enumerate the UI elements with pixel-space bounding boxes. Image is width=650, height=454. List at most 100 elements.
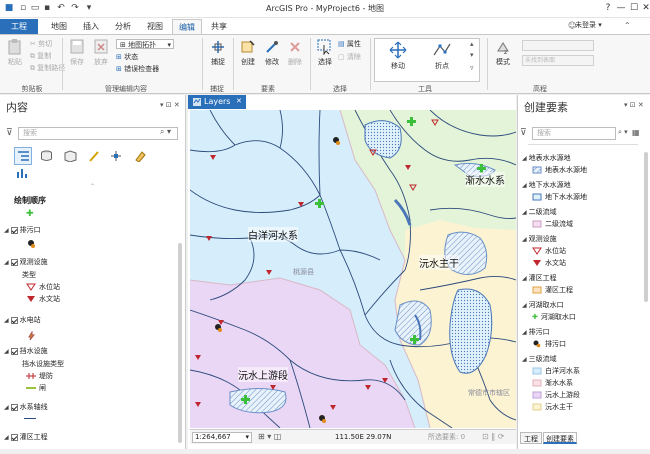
snapping-list-icon[interactable] xyxy=(110,150,123,162)
template-intake[interactable]: ✚ 河湖取水口 xyxy=(532,311,576,323)
mode-button[interactable]: z 模式 xyxy=(492,39,514,67)
group-groundwater-source[interactable]: ◢ 地下水水源地 xyxy=(522,179,571,191)
layer-row-river-axis[interactable]: ◢ 水系轴线 xyxy=(4,401,48,413)
copy-path-button[interactable]: ⧉ 复制路径 xyxy=(30,63,65,73)
help-icon[interactable]: ? xyxy=(601,2,615,15)
surface-field[interactable]: 未找到表面 xyxy=(522,55,594,66)
modify-button[interactable]: 修改 xyxy=(260,39,284,67)
group-irrigation[interactable]: ◢ 灌区工程 xyxy=(522,272,557,284)
elevation-field[interactable] xyxy=(522,40,594,51)
template-secondary-basin[interactable]: 二级流域 xyxy=(532,218,573,230)
status-button[interactable]: ⊞ 状态 xyxy=(116,52,138,62)
layer-checkbox[interactable] xyxy=(10,433,18,441)
layer-checkbox[interactable] xyxy=(10,403,18,411)
template-yuanshui-upper[interactable]: 沅水上游段 xyxy=(532,389,580,401)
collapse-triangle-icon[interactable]: ◢ xyxy=(522,234,527,246)
expand-triangle-icon[interactable]: ◢ xyxy=(4,225,9,237)
group-tertiary-basin[interactable]: ◢ 三级流域 xyxy=(522,353,557,365)
minimize-button[interactable]: — xyxy=(614,2,628,15)
paste-button[interactable]: 粘贴 xyxy=(4,39,26,67)
layer-row-water-retaining[interactable]: ◢ 挡水设施 xyxy=(4,345,48,357)
layer-row-irrigation[interactable]: ◢ 灌区工程 xyxy=(4,431,48,443)
group-outfall[interactable]: ◢ 排污口 xyxy=(522,326,550,338)
collapse-ribbon-icon[interactable]: ⌃ xyxy=(624,21,631,30)
data-source-icon[interactable] xyxy=(40,150,53,162)
layer-checkbox[interactable] xyxy=(10,226,18,234)
layer-row-observation[interactable]: ◢ 观测设施 xyxy=(4,256,48,268)
copy-button[interactable]: ⧉ 复制 xyxy=(30,51,51,61)
create-button[interactable]: 创建 xyxy=(236,39,260,67)
template-surface-water-source[interactable]: 地表水水源地 xyxy=(532,164,587,176)
collapse-triangle-icon[interactable]: ◢ xyxy=(522,327,527,339)
template-yuanshui-main[interactable]: 沅水主干 xyxy=(532,401,573,413)
tab-edit[interactable]: 编辑 xyxy=(172,19,202,34)
template-irrigation[interactable]: 灌区工程 xyxy=(532,284,573,296)
group-observation[interactable]: ◢ 观测设施 xyxy=(522,233,557,245)
map-tools-icons[interactable]: ⊞ ▾ ◫ xyxy=(258,432,281,441)
map-tab-close-icon[interactable]: ✕ xyxy=(236,97,242,105)
sign-in-button[interactable]: 未登录 ▾ xyxy=(575,20,602,30)
expand-triangle-icon[interactable]: ◢ xyxy=(4,346,9,358)
tab-catalog[interactable]: 工程 xyxy=(520,432,542,444)
template-outfall[interactable]: 排污口 xyxy=(532,338,566,350)
tab-analysis[interactable]: 分析 xyxy=(108,19,138,34)
collapse-triangle-icon[interactable]: ◢ xyxy=(522,300,527,312)
create-search-input[interactable]: 搜索 xyxy=(532,127,616,140)
pane-options-icon[interactable]: ▾ ⊡ ✕ xyxy=(624,101,644,109)
topology-dropdown[interactable]: ⊞ 地图拓扑 ▾ xyxy=(116,39,174,49)
close-button[interactable]: ✕ xyxy=(639,2,650,15)
editing-list-icon[interactable] xyxy=(88,150,101,162)
map-canvas[interactable]: 白洋河水系 渐水水系 沅水主干 沅水上游段 桃源县 常德市市辖区 xyxy=(190,110,516,428)
group-intake[interactable]: ◢ 河湖取水口 xyxy=(522,299,564,311)
cut-button[interactable]: ✂ 剪切 xyxy=(30,39,52,49)
contents-search-input[interactable]: 搜索 xyxy=(18,127,178,140)
collapse-triangle-icon[interactable]: ◢ xyxy=(522,207,527,219)
collapse-triangle-icon[interactable]: ◢ xyxy=(522,354,527,366)
filter-icon[interactable]: ⊽ xyxy=(6,128,13,138)
gallery-expand-icon[interactable]: ▿ xyxy=(470,64,474,72)
manage-templates-icon[interactable]: ▦ xyxy=(632,128,640,137)
gallery-scroll-up-icon[interactable]: ▴ xyxy=(470,40,474,48)
group-secondary-basin[interactable]: ◢ 二级流域 xyxy=(522,206,557,218)
expand-triangle-icon[interactable]: ◢ xyxy=(4,257,9,269)
template-jianshui[interactable]: 渐水水系 xyxy=(532,377,573,389)
tab-share[interactable]: 共享 xyxy=(204,19,234,34)
save-edits-button[interactable]: 保存 xyxy=(66,39,88,67)
search-icon[interactable]: ⌕ ▾ xyxy=(160,127,171,137)
layer-checkbox[interactable] xyxy=(10,316,18,324)
labeling-list-icon[interactable] xyxy=(134,150,147,162)
template-hydrology[interactable]: 水文站 xyxy=(532,257,566,269)
expand-triangle-icon[interactable]: ◢ xyxy=(4,432,9,444)
add-layer-plus-icon[interactable]: ✚ xyxy=(26,209,34,219)
clear-button[interactable]: ▢ 清除 xyxy=(338,52,361,62)
selection-list-icon[interactable] xyxy=(64,150,77,162)
template-water-level[interactable]: 水位站 xyxy=(532,245,566,257)
collapse-triangle-icon[interactable]: ◢ xyxy=(522,273,527,285)
error-inspector-button[interactable]: ⊞ 错误检查器 xyxy=(116,64,159,74)
discard-edits-button[interactable]: 放弃 xyxy=(90,39,112,67)
tab-project[interactable]: 工程 xyxy=(0,19,38,34)
pane-options-icon[interactable]: ▾ ⊡ ✕ xyxy=(160,101,180,109)
move-button[interactable]: 移动 xyxy=(384,41,412,71)
charts-list-icon[interactable] xyxy=(16,166,29,179)
layer-checkbox[interactable] xyxy=(10,258,18,266)
template-baiyang[interactable]: 白洋河水系 xyxy=(532,365,580,377)
group-surface-water-source[interactable]: ◢ 地表水水源地 xyxy=(522,152,571,164)
collapse-triangle-icon[interactable]: ◢ xyxy=(522,153,527,165)
tab-map[interactable]: 地图 xyxy=(44,19,74,34)
collapse-triangle-icon[interactable]: ◢ xyxy=(522,180,527,192)
snap-button[interactable]: 捕捉 xyxy=(206,39,230,67)
select-button[interactable]: 选择 xyxy=(314,39,336,67)
contents-scrollbar[interactable] xyxy=(178,243,182,443)
vertices-button[interactable]: 折点 xyxy=(428,41,456,71)
collapse-toolbar-icon[interactable]: ⌃ xyxy=(90,183,95,190)
layer-row-hydropower[interactable]: ◢ 水电站 xyxy=(4,314,41,326)
tab-view[interactable]: 视图 xyxy=(140,19,170,34)
attributes-button[interactable]: ▤ 属性 xyxy=(338,39,361,49)
expand-triangle-icon[interactable]: ◢ xyxy=(4,402,9,414)
tab-insert[interactable]: 插入 xyxy=(76,19,106,34)
filter-icon[interactable]: ⊽ xyxy=(520,128,527,138)
template-groundwater-source[interactable]: 地下水水源地 xyxy=(532,191,587,203)
expand-triangle-icon[interactable]: ◢ xyxy=(4,315,9,327)
gallery-scroll-down-icon[interactable]: ▾ xyxy=(470,51,474,59)
